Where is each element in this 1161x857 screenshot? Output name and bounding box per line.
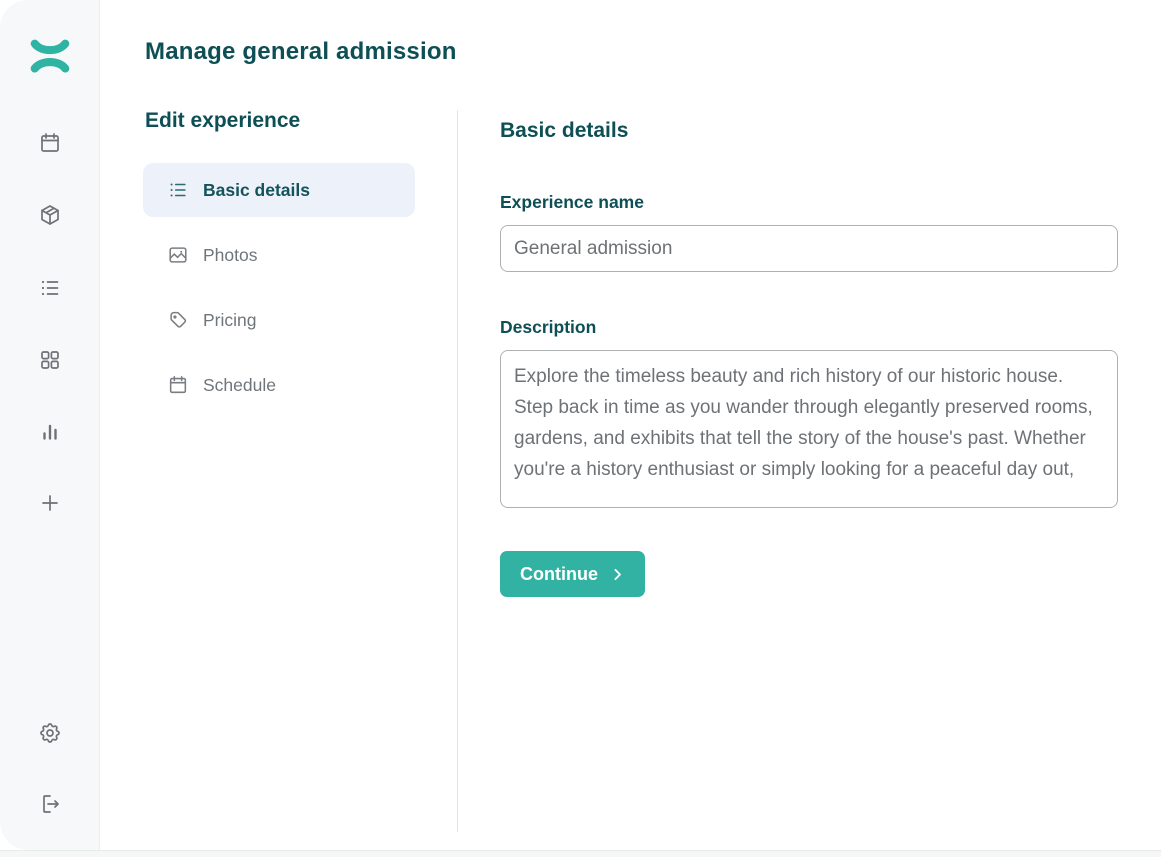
brand-logo-icon (29, 37, 71, 75)
vertical-divider (457, 110, 458, 832)
list-details-icon (167, 179, 189, 201)
nav-item-photos[interactable]: Photos (143, 228, 415, 282)
photo-icon (167, 244, 189, 266)
calendar-icon (167, 374, 189, 396)
continue-button[interactable]: Continue (500, 551, 645, 597)
sidebar-analytics-button[interactable] (38, 420, 62, 444)
sidebar-add-button[interactable] (38, 491, 62, 515)
bottom-strip (0, 851, 1161, 857)
nav-panel-heading: Edit experience (145, 109, 300, 133)
page-title: Manage general admission (145, 38, 457, 66)
sidebar (0, 0, 100, 850)
description-label: Description (500, 317, 596, 338)
nav-item-basic-details[interactable]: Basic details (143, 163, 415, 217)
chevron-right-icon (609, 566, 626, 583)
sidebar-grid-button[interactable] (38, 348, 62, 372)
nav-item-label: Basic details (203, 180, 310, 201)
sidebar-logout-button[interactable] (38, 792, 62, 816)
form-section-heading: Basic details (500, 119, 628, 143)
sidebar-settings-button[interactable] (38, 721, 62, 745)
nav-item-schedule[interactable]: Schedule (143, 358, 415, 412)
sidebar-list-button[interactable] (38, 276, 62, 300)
settings-icon (38, 721, 62, 745)
plus-icon (38, 491, 62, 515)
tag-icon (167, 309, 189, 331)
continue-button-label: Continue (520, 564, 598, 585)
sidebar-calendar-button[interactable] (38, 131, 62, 155)
nav-item-label: Pricing (203, 310, 257, 331)
sidebar-package-button[interactable] (38, 203, 62, 227)
screen: Manage general admission Edit experience… (0, 0, 1161, 857)
package-icon (38, 203, 62, 227)
nav-item-label: Photos (203, 245, 257, 266)
experience-name-label: Experience name (500, 192, 644, 213)
calendar-icon (38, 131, 62, 155)
nav-list: Basic details Photos Pricing (143, 163, 415, 423)
nav-item-label: Schedule (203, 375, 276, 396)
grid-icon (38, 348, 62, 372)
logout-icon (38, 792, 62, 816)
nav-item-pricing[interactable]: Pricing (143, 293, 415, 347)
app-window: Manage general admission Edit experience… (0, 0, 1161, 851)
brand-logo (29, 37, 71, 75)
list-icon (38, 276, 62, 300)
bar-chart-icon (38, 420, 62, 444)
description-textarea[interactable]: Explore the timeless beauty and rich his… (500, 350, 1118, 508)
experience-name-input[interactable] (500, 225, 1118, 272)
